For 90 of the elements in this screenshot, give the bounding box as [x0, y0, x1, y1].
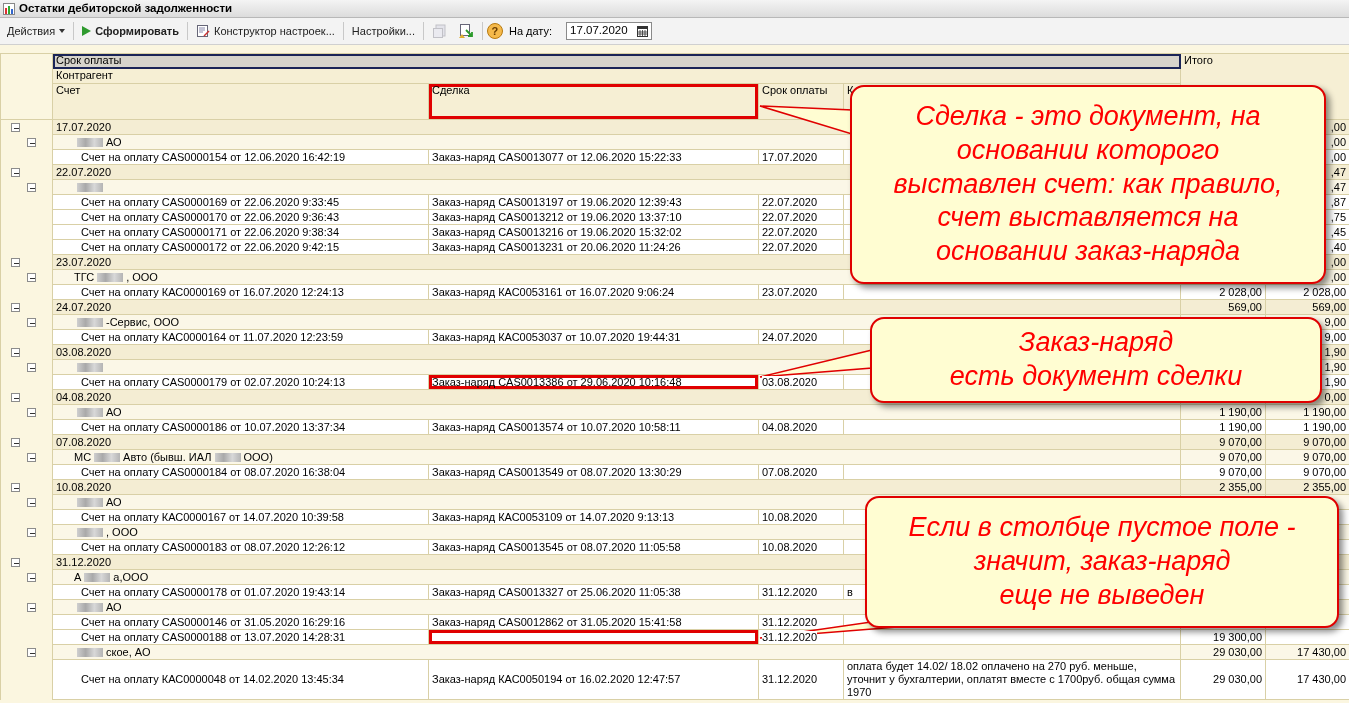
- collapse-icon[interactable]: [27, 497, 36, 507]
- due-date-cell: 07.08.2020: [762, 465, 818, 478]
- counterparty-name: ООО): [243, 450, 273, 464]
- blurred-text: [84, 572, 111, 582]
- due-date-cell: 17.07.2020: [762, 150, 818, 163]
- counterparty-name: МС: [74, 450, 92, 464]
- date-field[interactable]: 17.07.2020: [566, 22, 653, 40]
- caret-icon: [59, 29, 66, 33]
- collapse-icon[interactable]: [27, 317, 36, 327]
- deal-cell: Заказ-наряд КАС0050194 от 16.02.2020 12:47:57: [428, 659, 759, 700]
- window-title: Остатки дебиторской задолженности: [19, 0, 233, 16]
- counterparty-name: Авто (бывш. ИАЛ: [123, 450, 212, 464]
- collapse-icon[interactable]: [11, 557, 20, 567]
- collapse-icon[interactable]: [11, 437, 20, 447]
- due-date-cell: 31.12.2020: [762, 585, 818, 598]
- collapse-icon[interactable]: [27, 572, 36, 582]
- blurred-text: [77, 137, 103, 147]
- counterparty-name: АО: [106, 600, 122, 614]
- due-date-cell: 31.12.2020: [762, 673, 818, 685]
- callout-note: Если в столбце пустое поле - значит, заказ-наряд еще не выведен: [865, 496, 1339, 628]
- counterparty-name: АО: [106, 135, 122, 149]
- counterparty-name: АО: [106, 495, 122, 509]
- actions-menu[interactable]: Действия: [3, 20, 70, 42]
- collapse-icon[interactable]: [11, 167, 20, 177]
- collapse-icon[interactable]: [27, 452, 36, 462]
- collapse-icon[interactable]: [27, 647, 36, 657]
- invoice-cell: Счет на оплату КАС0000048 от 14.02.2020 13:45:34: [52, 659, 429, 700]
- date-label: На дату:: [508, 23, 553, 39]
- blurred-text: [94, 452, 121, 462]
- due-date-cell: 22.07.2020: [762, 225, 818, 238]
- amount-cell: 17 430,00: [1265, 659, 1349, 700]
- collapse-icon[interactable]: [11, 347, 20, 357]
- counterparty-name: а,ООО: [113, 570, 149, 584]
- collapse-icon[interactable]: [27, 407, 36, 417]
- document-arrow-icon: [457, 23, 474, 39]
- collapse-icon[interactable]: [27, 182, 36, 192]
- collapse-icon[interactable]: [11, 302, 20, 312]
- blurred-text: [77, 647, 103, 657]
- collapse-icon[interactable]: [27, 527, 36, 537]
- help-button[interactable]: ?: [486, 23, 503, 39]
- group-header[interactable]: Срок оплаты: [52, 53, 1181, 69]
- column-header[interactable]: Итого: [1184, 54, 1213, 66]
- collapse-icon[interactable]: [11, 392, 20, 402]
- callout-note: Заказ-наряд есть документ сделки: [870, 317, 1322, 403]
- due-date-cell: 31.12.2020: [762, 615, 818, 628]
- settings-wizard-button[interactable]: Конструктор настроек...: [192, 20, 339, 42]
- amount-cell: 29 030,00: [1180, 659, 1266, 700]
- due-date-cell: 04.08.2020: [762, 420, 818, 433]
- blurred-text: [77, 182, 103, 192]
- blurred-text: [214, 452, 241, 462]
- due-date-cell: 10.08.2020: [762, 510, 818, 523]
- comment-cell: оплата будет 14.02/ 18.02 оплачено на 270 руб. меньше, уточнит у бухгалтерии, оплатят вместе с 1700руб. общая сумма 1970: [843, 659, 1181, 700]
- counterparty-name: -Сервис, ООО: [106, 315, 180, 329]
- counterparty-name: АО: [106, 405, 122, 419]
- settings-button[interactable]: Настройки...: [347, 20, 419, 42]
- collapse-icon[interactable]: [11, 482, 20, 492]
- collapse-icon[interactable]: [11, 257, 20, 267]
- calendar-icon[interactable]: [637, 25, 649, 37]
- counterparty-name: А: [74, 570, 82, 584]
- blurred-text: [77, 602, 103, 612]
- blurred-text: [97, 272, 124, 282]
- collapse-icon[interactable]: [27, 362, 36, 372]
- document-icon: [196, 24, 210, 38]
- due-date-cell: 24.07.2020: [762, 330, 818, 343]
- blurred-text: [77, 527, 103, 537]
- collapse-icon[interactable]: [27, 602, 36, 612]
- counterparty-name: , ООО: [106, 525, 138, 539]
- collapse-icon[interactable]: [27, 137, 36, 147]
- collapse-icon[interactable]: [11, 123, 20, 132]
- due-date-cell: 03.08.2020: [762, 375, 818, 388]
- due-date-cell: 31.12.2020: [762, 630, 818, 643]
- column-header[interactable]: Счет: [52, 83, 429, 120]
- blurred-text: [77, 362, 103, 372]
- counterparty-name: , ООО: [126, 270, 158, 284]
- due-date-cell: 10.08.2020: [762, 540, 818, 553]
- chart-icon: [3, 2, 15, 15]
- due-date-cell: 23.07.2020: [762, 285, 818, 298]
- blurred-text: [77, 317, 103, 327]
- run-button[interactable]: Сформировать: [78, 20, 183, 42]
- collapse-icon[interactable]: [27, 272, 36, 282]
- play-icon: [82, 26, 92, 36]
- blurred-text: [77, 497, 103, 507]
- due-date-cell: 22.07.2020: [762, 210, 818, 223]
- document-icon: [431, 23, 448, 39]
- column-header[interactable]: Сделка: [428, 83, 759, 120]
- counterparty-name: ТГС: [74, 270, 95, 284]
- due-date-cell: 22.07.2020: [762, 195, 818, 208]
- blurred-text: [77, 407, 103, 417]
- counterparty-name: ское, АО: [106, 645, 151, 659]
- due-date-cell: 22.07.2020: [762, 240, 818, 253]
